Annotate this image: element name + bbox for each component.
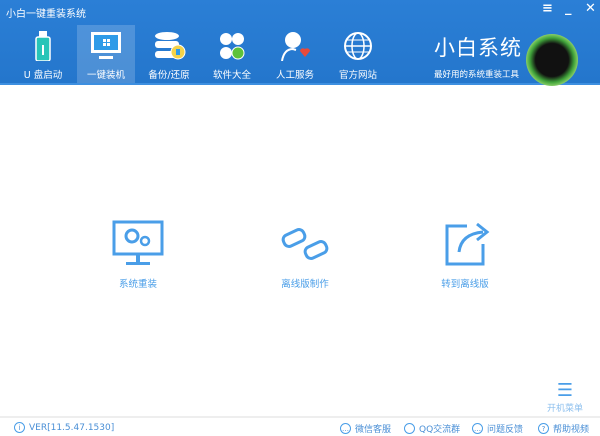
list-icon: ☰: [556, 380, 574, 401]
version: VER[11.5.47.1530]: [29, 422, 115, 433]
monitor-windows-icon: [91, 32, 121, 59]
broken-link-icon: [281, 228, 329, 260]
feedback-link[interactable]: … 问题反馈: [472, 422, 523, 435]
qq-icon: [404, 423, 415, 434]
minimize-button[interactable]: _: [565, 1, 572, 16]
nav-website[interactable]: 官方网站: [329, 25, 387, 83]
usb-icon: [35, 31, 51, 61]
offline-build-button[interactable]: 离线版制作: [250, 220, 360, 290]
boot-menu-button[interactable]: ☰ 开机菜单: [545, 380, 585, 414]
user-heart-icon: [281, 32, 310, 61]
footer: i VER[11.5.47.1530] … 微信客服 QQ交流群 … 问题反馈 ? 帮助…: [0, 416, 600, 436]
brand-logo: [526, 34, 578, 86]
brand: 小白系统 最好用的系统重装工具: [434, 36, 522, 80]
window-title: 小白一键重装系统: [6, 9, 86, 20]
qq-group-link[interactable]: QQ交流群: [404, 422, 460, 435]
switch-offline-button[interactable]: 转到离线版: [410, 220, 520, 290]
nav-usb-boot[interactable]: U 盘启动: [14, 25, 72, 83]
nav-backup-restore[interactable]: 备份/还原: [140, 25, 198, 83]
help-icon: ?: [538, 423, 549, 434]
menu-button[interactable]: ≡: [542, 1, 553, 16]
header: 小白一键重装系统 ≡ _ ✕ U 盘启动 一键装机 备份/还原 软件大全 人工服…: [0, 0, 600, 86]
system-reinstall-button[interactable]: 系统重装: [83, 220, 193, 290]
nav-software[interactable]: 软件大全: [203, 25, 261, 83]
chat-icon: …: [472, 423, 483, 434]
monitor-gears-icon: [112, 220, 164, 265]
wechat-icon: …: [340, 423, 351, 434]
nav-one-click-install[interactable]: 一键装机: [77, 25, 135, 83]
globe-icon: [344, 32, 372, 60]
help-video-link[interactable]: ? 帮助视频: [538, 422, 589, 435]
wechat-support-link[interactable]: … 微信客服: [340, 422, 391, 435]
close-button[interactable]: ✕: [585, 1, 596, 16]
info-icon: i: [14, 422, 25, 433]
share-arrow-icon: [445, 222, 490, 266]
apps-icon: [220, 33, 245, 60]
nav-support[interactable]: 人工服务: [266, 25, 324, 83]
database-icon: [155, 32, 186, 60]
